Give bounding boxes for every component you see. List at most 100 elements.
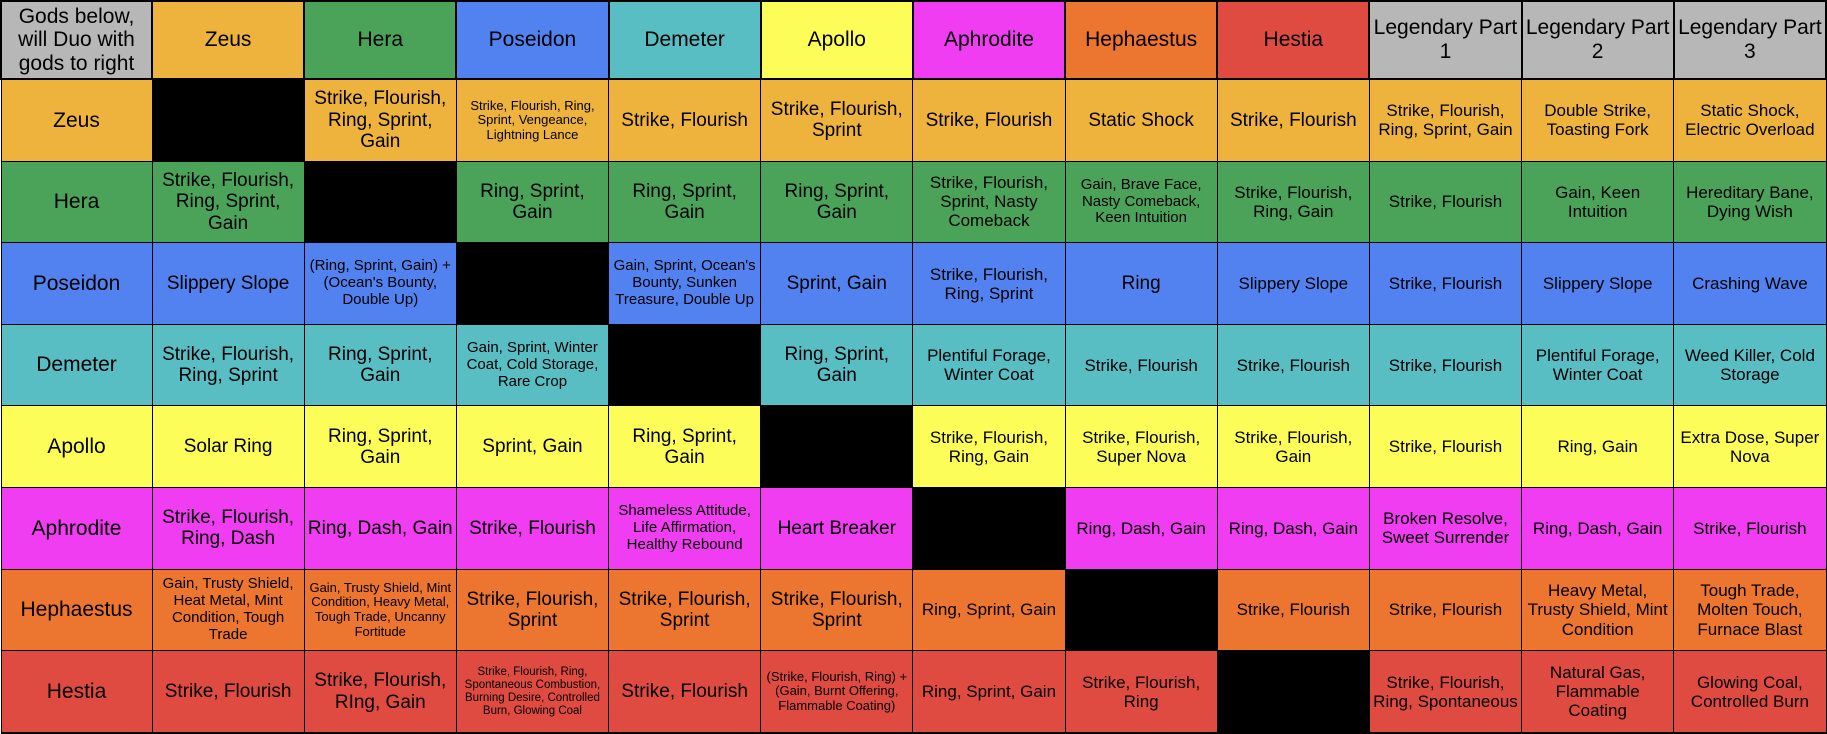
cell-empty [455,242,610,325]
cell-duo-boons: Plentiful Forage, Winter Coat [912,323,1066,407]
cell-duo-boons: Double Strike, Toasting Fork [1521,78,1675,162]
row-header-hera: Hera [0,160,153,244]
column-header-zeus: Zeus [151,0,306,80]
column-header-legendary-part-1: Legendary Part 1 [1368,0,1523,80]
cell-duo-boons: Strike, Flourish, Sprint [455,568,610,652]
cell-empty [760,405,914,489]
cell-duo-boons: Ring, Dash, Gain [303,487,457,570]
cell-duo-boons: Hereditary Bane, Dying Wish [1673,160,1827,244]
cell-duo-boons: Strike, Flourish, Ring, Gain [912,405,1066,489]
column-header-hephaestus: Hephaestus [1064,0,1219,80]
cell-duo-boons: Strike, Flourish [1368,242,1523,325]
cell-duo-boons: Ring, Gain [1521,405,1675,489]
cell-duo-boons: Strike, Flourish [608,650,762,734]
table-body: Zeus Strike, Flourish, Ring, Sprint, Gain… [0,78,1827,734]
cell-duo-boons: Gain, Sprint, Winter Coat, Cold Storage,… [455,323,610,407]
cell-duo-boons: Solar Ring [151,405,305,489]
cell-duo-boons: Ring, Dash, Gain [1064,487,1218,570]
row-header-hephaestus: Hephaestus [0,568,153,652]
cell-duo-boons: Strike, Flourish [1368,160,1523,244]
duo-boon-table: Gods below, will Duo with gods to right … [0,0,1827,734]
cell-duo-boons: Strike, Flourish [455,487,610,570]
cell-duo-boons: Slippery Slope [1521,242,1675,325]
cell-duo-boons: Gain, Trusty Shield, Heat Metal, Mint Co… [151,568,305,652]
column-header-aphrodite: Aphrodite [911,0,1067,80]
cell-duo-boons: Strike, Flourish [1673,487,1827,570]
cell-duo-boons: Heavy Metal, Trusty Shield, Mint Conditi… [1521,568,1675,652]
cell-duo-boons: Ring, Sprint, Gain [303,405,457,489]
cell-duo-boons: Ring, Sprint, Gain [760,160,914,244]
cell-duo-boons: Slippery Slope [151,242,305,325]
cell-empty [303,160,457,244]
cell-duo-boons: Shameless Attitude, Life Affirmation, He… [608,487,762,570]
cell-duo-boons: Strike, Flourish, Super Nova [1064,405,1218,489]
cell-duo-boons: Strike, Flourish [912,78,1066,162]
cell-duo-boons: Strike, Flourish, Ring, Spontaneous [1368,650,1523,734]
column-header-apollo: Apollo [759,0,914,80]
cell-empty [912,487,1066,570]
cell-duo-boons: Strike, Flourish, Ring, Sprint, Vengeanc… [455,78,610,162]
cell-duo-boons: Ring, Sprint, Gain [912,650,1066,734]
table-row: Aphrodite Strike, Flourish, Ring, Dash Rin… [0,487,1827,570]
cell-duo-boons: (Ring, Sprint, Gain) + (Ocean's Bounty, … [303,242,457,325]
cell-duo-boons: Gain, Trusty Shield, Mint Condition, Hea… [303,568,457,652]
cell-duo-boons: Ring, Sprint, Gain [608,405,762,489]
cell-empty [151,78,305,162]
cell-duo-boons: Sprint, Gain [760,242,914,325]
cell-duo-boons: Ring, Sprint, Gain [455,160,610,244]
cell-duo-boons: Strike, Flourish [1064,323,1218,407]
cell-duo-boons: Strike, Flourish, Ring, Sprint, Gain [151,160,305,244]
cell-duo-boons: (Strike, Flourish, Ring) + (Gain, Burnt … [760,650,914,734]
cell-duo-boons: Strike, Flourish [1216,323,1370,407]
cell-duo-boons: Strike, Flourish, Sprint, Nasty Comeback [912,160,1066,244]
cell-duo-boons: Strike, Flourish [608,78,762,162]
cell-duo-boons: Crashing Wave [1673,242,1827,325]
cell-duo-boons: Natural Gas, Flammable Coating [1521,650,1675,734]
row-header-apollo: Apollo [0,405,153,489]
table-row: Demeter Strike, Flourish, Ring, Sprint Rin… [0,323,1827,407]
cell-duo-boons: Weed Killer, Cold Storage [1673,323,1827,407]
cell-duo-boons: Broken Resolve, Sweet Surrender [1368,487,1523,570]
cell-duo-boons: Gain, Sprint, Ocean's Bounty, Sunken Tre… [608,242,762,325]
table-row: Hephaestus Gain, Trusty Shield, Heat Meta… [0,568,1827,652]
cell-duo-boons: Strike, Flourish, Ring, Dash [151,487,305,570]
cell-duo-boons: Ring, Sprint, Gain [303,323,457,407]
row-header-zeus: Zeus [0,78,153,162]
cell-duo-boons: Strike, Flourish, Ring, Sprint, Gain [1368,78,1523,162]
column-header-poseidon: Poseidon [455,0,610,80]
row-header-hestia: Hestia [0,650,153,734]
cell-duo-boons: Strike, Flourish, Ring, Spontaneous Comb… [455,650,610,734]
cell-duo-boons: Strike, Flourish, Sprint [760,568,914,652]
table-row: Poseidon Slippery Slope (Ring, Sprint, Gai… [0,242,1827,325]
table-row: Zeus Strike, Flourish, Ring, Sprint, Gain… [0,78,1827,162]
cell-duo-boons: Tough Trade, Molten Touch, Furnace Blast [1673,568,1827,652]
cell-duo-boons: Ring, Dash, Gain [1216,487,1370,570]
cell-duo-boons: Glowing Coal, Controlled Burn [1673,650,1827,734]
cell-duo-boons: Strike, Flourish [151,650,305,734]
cell-duo-boons: Gain, Brave Face, Nasty Comeback, Keen I… [1064,160,1218,244]
cell-duo-boons: Static Shock [1064,78,1218,162]
cell-duo-boons: Strike, Flourish, Sprint [760,78,914,162]
cell-duo-boons: Strike, Flourish, Ring [1064,650,1218,734]
row-header-poseidon: Poseidon [0,242,153,325]
cell-duo-boons: Strike, Flourish, Ring, Gain [1216,160,1370,244]
column-header-hestia: Hestia [1216,0,1371,80]
cell-duo-boons: Heart Breaker [760,487,914,570]
column-header-hera: Hera [303,0,458,80]
cell-duo-boons: Strike, Flourish [1368,568,1523,652]
cell-duo-boons: Slippery Slope [1216,242,1370,325]
table-row: Apollo Solar Ring Ring, Sprint, Gain Sprint… [0,405,1827,489]
cell-duo-boons: Strike, Flourish, Ring, Sprint [912,242,1066,325]
cell-duo-boons: Ring [1064,242,1218,325]
cell-duo-boons: Ring, Sprint, Gain [608,160,762,244]
cell-duo-boons: Strike, Flourish [1216,568,1370,652]
cell-empty [1216,650,1370,734]
corner-header-label: Gods below, will Duo with gods to right [0,0,154,80]
cell-duo-boons: Extra Dose, Super Nova [1673,405,1827,489]
cell-duo-boons: Gain, Keen Intuition [1521,160,1675,244]
column-header-legendary-part-3: Legendary Part 3 [1672,0,1827,80]
column-header-legendary-part-2: Legendary Part 2 [1520,0,1675,80]
column-header-demeter: Demeter [607,0,762,80]
table-header-row: Gods below, will Duo with gods to right … [0,0,1827,80]
cell-duo-boons: Ring, Dash, Gain [1521,487,1675,570]
